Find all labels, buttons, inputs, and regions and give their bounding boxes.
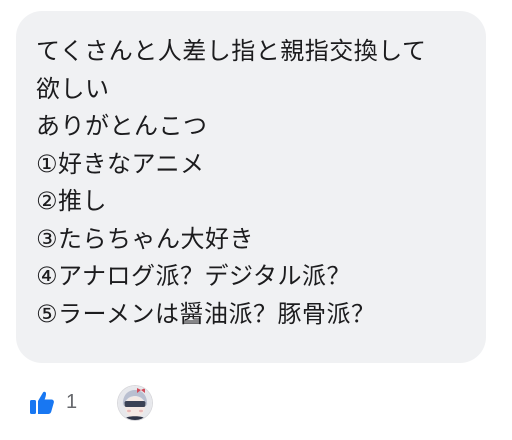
message-line-3: ありがとんこつ [36,112,208,140]
message-line-7: ④アナログ派？デジタル派？ [36,262,352,290]
message-line-2: 欲しい [36,74,110,103]
message-line-6: ③たらちゃん大好き [36,224,255,253]
message-line-1: てくさんと人差し指と親指交換して [36,37,427,65]
thumbs-up-icon[interactable] [28,388,56,416]
message-line-5: ②推し [36,187,108,215]
like-count: 1 [66,390,78,413]
avatar[interactable] [118,386,152,420]
message-line-4: ①好きなアニメ [36,149,205,178]
reaction-bar: 1 [28,382,77,422]
message-line-8: ⑤ラーメンは醤油派？豚骨派？ [36,299,376,328]
message-bubble: てくさんと人差し指と親指交換して 欲しい ありがとんこつ ①好きなアニメ ②推し… [16,11,486,363]
